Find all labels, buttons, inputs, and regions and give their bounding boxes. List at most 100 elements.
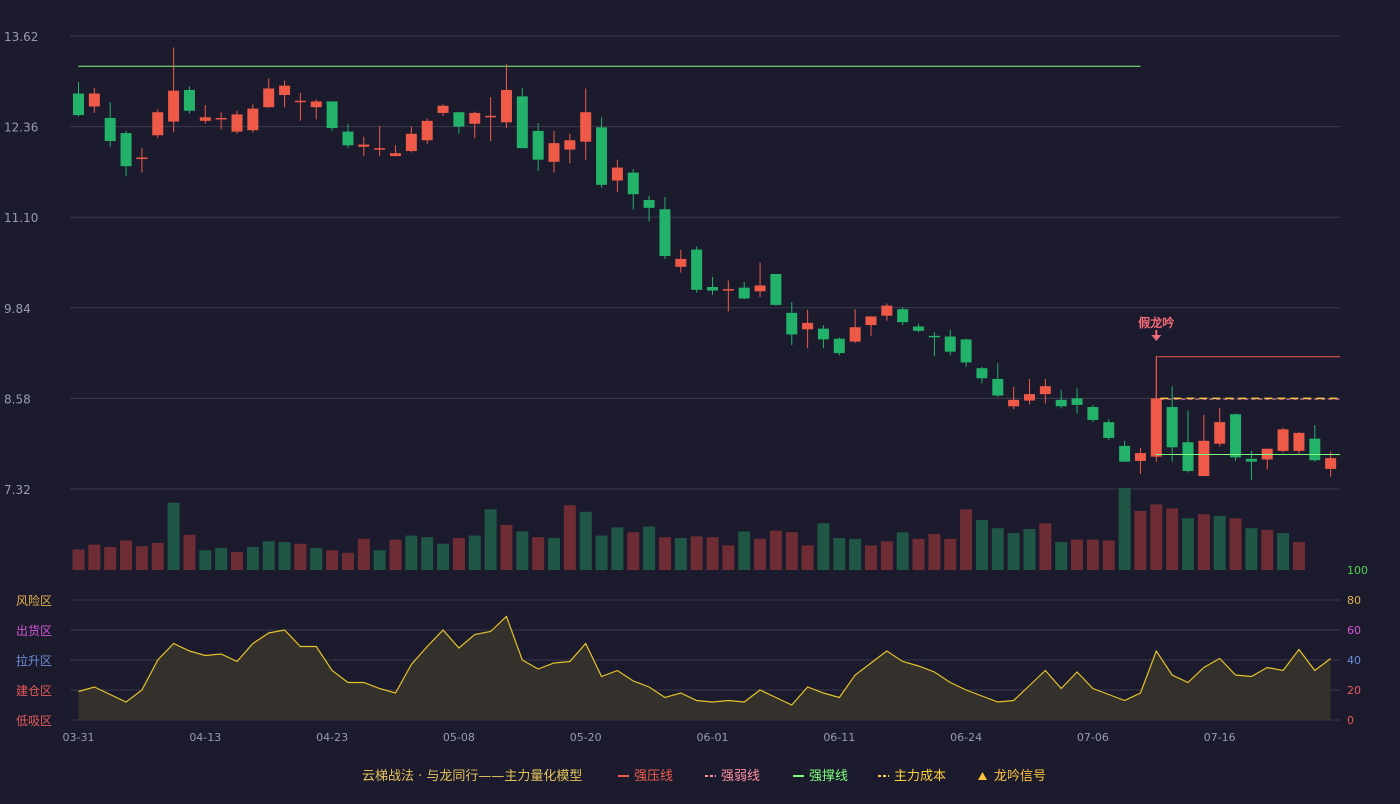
candle-body xyxy=(913,326,925,331)
candle-body xyxy=(707,286,718,291)
volume-bar xyxy=(754,538,767,570)
candle-body xyxy=(564,140,576,150)
legend-item-label: 龙吟信号 xyxy=(994,768,1046,784)
volume-bar xyxy=(611,527,624,570)
volume-bar xyxy=(437,543,450,570)
candle-body xyxy=(405,133,417,152)
price-tick-label: 9.84 xyxy=(4,302,31,316)
candle-body xyxy=(326,101,338,129)
volume-bar xyxy=(516,531,529,570)
candle-body xyxy=(279,85,291,95)
candle-body xyxy=(453,112,465,127)
candle-body xyxy=(1245,458,1257,462)
volume-bar xyxy=(326,550,339,570)
candle-body xyxy=(1198,440,1210,477)
candle-body xyxy=(342,131,354,146)
volume-bar xyxy=(944,538,957,570)
volume-bar xyxy=(278,542,291,570)
volume-bar xyxy=(1007,533,1020,570)
candle-body xyxy=(849,327,861,342)
candle-body xyxy=(659,209,671,257)
candle-body xyxy=(532,130,544,160)
candle-body xyxy=(1039,386,1051,395)
volume-bar xyxy=(1150,504,1163,570)
volume-bar xyxy=(421,537,434,570)
volume-bar xyxy=(72,549,85,570)
volume-bar xyxy=(785,532,798,570)
date-tick-label: 03-31 xyxy=(63,731,95,744)
candle-body xyxy=(199,117,211,121)
volume-bar xyxy=(484,509,497,570)
candle-body xyxy=(928,335,940,338)
volume-bar xyxy=(801,545,814,570)
volume-bar xyxy=(88,544,101,570)
candle-body xyxy=(1071,398,1083,405)
candle-body xyxy=(374,148,386,150)
candle-body xyxy=(1134,453,1146,461)
candle-body xyxy=(992,378,1004,396)
chart-svg: 13.62 12.36 11.10 9.84 8.58 7.32 假龙吟 100 80 60 40 2… xyxy=(4,30,1368,784)
volume-bar xyxy=(1292,542,1305,570)
zone-label: 风险区 xyxy=(16,593,52,608)
volume-bar xyxy=(151,542,164,570)
volume-bar xyxy=(1245,528,1258,570)
legend-triangle-icon xyxy=(978,772,987,780)
indicator-tick-label: 20 xyxy=(1347,684,1361,697)
volume-bar xyxy=(1071,539,1084,570)
date-tick-label: 04-13 xyxy=(189,731,221,744)
volume-bar xyxy=(1277,533,1290,570)
candle-body xyxy=(500,89,512,123)
legend-title: 云梯战法 · 与龙同行——主力量化模型 xyxy=(362,769,582,784)
price-tick-label: 8.58 xyxy=(4,392,31,406)
candle-body xyxy=(1024,394,1035,401)
candle-body xyxy=(136,157,148,160)
candle-body xyxy=(611,167,623,181)
price-tick-label: 7.32 xyxy=(4,483,31,497)
volume-bar xyxy=(104,547,117,570)
volume-bar xyxy=(658,537,671,570)
volume-bar xyxy=(896,532,909,570)
candle-body xyxy=(1008,399,1020,407)
volume-bar xyxy=(817,523,830,570)
candle-body xyxy=(1277,429,1289,451)
legend-item-label: 主力成本 xyxy=(894,769,946,784)
volume-bar xyxy=(595,535,608,570)
volume-bar xyxy=(548,538,560,570)
candle-body xyxy=(247,108,259,131)
legend-item-label: 强弱线 xyxy=(721,769,760,784)
candle-body xyxy=(104,117,116,141)
candle-body xyxy=(183,89,195,111)
volume-bar xyxy=(991,528,1004,570)
candle-body xyxy=(786,312,798,335)
candle-body xyxy=(1103,422,1115,438)
indicator-area xyxy=(78,616,1331,720)
volume-bar xyxy=(960,509,973,570)
legend-item-label: 强撑线 xyxy=(809,769,848,784)
indicator-tick-label: 60 xyxy=(1347,624,1361,637)
candle-body xyxy=(881,305,893,316)
volume-bar xyxy=(532,537,545,570)
candle-body xyxy=(437,105,449,113)
signal-arrow-icon xyxy=(1151,335,1162,341)
zone-label: 低吸区 xyxy=(16,714,52,728)
zone-label: 拉升区 xyxy=(16,653,52,668)
candle-body xyxy=(421,120,433,141)
volume-bar xyxy=(738,531,751,570)
candle-body xyxy=(390,153,401,157)
candle-body xyxy=(1119,445,1131,462)
candle-body xyxy=(754,285,766,292)
volume-bar xyxy=(975,519,988,570)
volume-bar xyxy=(1039,523,1052,570)
volume-bar xyxy=(1213,515,1226,570)
volume-bar xyxy=(1182,518,1194,570)
volume-bar xyxy=(246,547,259,570)
volume-bar xyxy=(373,550,386,570)
candle-body xyxy=(722,289,734,291)
candle-body xyxy=(73,93,84,116)
candle-body xyxy=(1293,432,1305,451)
candle-body xyxy=(580,112,592,142)
candle-body xyxy=(1230,414,1242,458)
candle-body xyxy=(231,114,243,132)
candle-body xyxy=(976,368,988,379)
candle-body xyxy=(1055,399,1067,407)
